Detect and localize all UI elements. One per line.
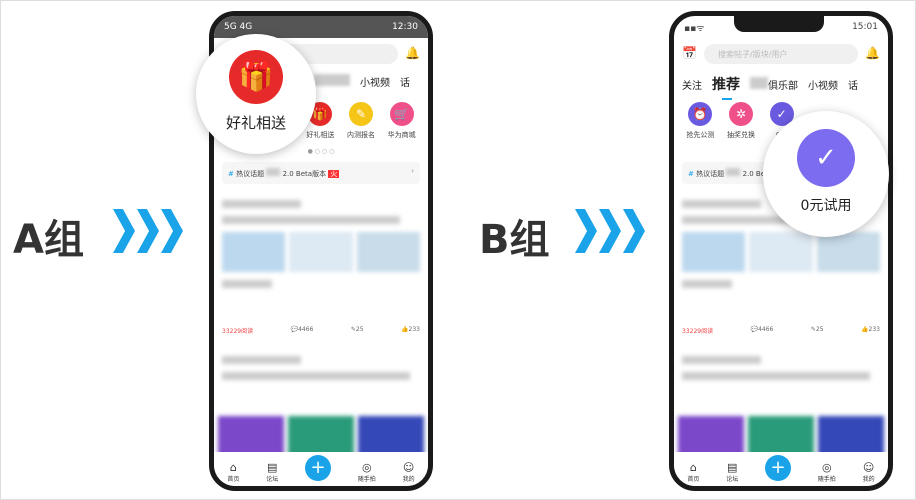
camera-icon: ◎ bbox=[821, 461, 832, 474]
bell-icon[interactable]: 🔔 bbox=[405, 46, 420, 60]
chevron-right-icon: › bbox=[411, 167, 414, 175]
add-button[interactable]: + bbox=[304, 455, 331, 481]
tab-recommend[interactable]: 推荐 bbox=[712, 74, 740, 100]
tab-video[interactable]: 小视频 bbox=[808, 77, 838, 92]
calendar-icon[interactable]: 📅 bbox=[682, 46, 697, 60]
icon-lottery[interactable]: ✲ 抽奖兑换 bbox=[721, 102, 761, 140]
nav-me[interactable]: ☺ 我的 bbox=[863, 461, 875, 483]
forum-icon: ▤ bbox=[266, 461, 278, 474]
topic-text: 2.0 Beta版本 bbox=[282, 170, 327, 178]
reads: 33229阅读 bbox=[682, 328, 714, 335]
icon-mall[interactable]: 🛒 华为商城 bbox=[382, 102, 422, 140]
hash-icon: # bbox=[688, 170, 694, 178]
callout-label: 好礼相送 bbox=[225, 114, 286, 132]
wheel-icon: ✲ bbox=[728, 102, 753, 126]
forum-icon: ▤ bbox=[726, 461, 738, 474]
group-b-label: B组 bbox=[479, 217, 550, 263]
icon-beta-test[interactable]: ⏰ 抢先公测 bbox=[680, 102, 720, 140]
bell-icon[interactable]: 🔔 bbox=[865, 46, 880, 60]
nav-me[interactable]: ☺ 我的 bbox=[403, 461, 415, 483]
phone-b: ▪▪ᯤ 15:01 📅 搜索帖子/版块/用户 🔔 关注 推荐 俱乐部 小视频 话 … bbox=[669, 11, 893, 491]
tab-topic[interactable]: 话 bbox=[400, 74, 410, 89]
user-icon: ☺ bbox=[402, 461, 415, 474]
tab-video[interactable]: 小视频 bbox=[360, 74, 390, 89]
home-icon: ⌂ bbox=[689, 461, 697, 474]
share-count[interactable]: ✎25 bbox=[811, 326, 824, 335]
comment-count[interactable]: 💬4466 bbox=[751, 326, 774, 335]
camera-notch bbox=[734, 16, 824, 32]
bottom-nav: ⌂ 首页 ▤ 论坛 + ◎ 随手拍 ☺ 我的 bbox=[674, 452, 888, 486]
nav-snap[interactable]: ◎ 随手拍 bbox=[358, 461, 376, 483]
group-a-label: A组 bbox=[13, 217, 84, 263]
icon-beta[interactable]: ✎ 内测报名 bbox=[341, 102, 381, 140]
user-icon: ☺ bbox=[862, 461, 875, 474]
cart-icon: 🛒 bbox=[389, 102, 414, 126]
tab-topic[interactable]: 话 bbox=[848, 77, 858, 92]
like-count[interactable]: 👍233 bbox=[861, 326, 880, 335]
callout-label: 0元试用 bbox=[800, 198, 852, 214]
post-blurred[interactable] bbox=[682, 356, 880, 388]
edit-icon: ✎ bbox=[348, 102, 373, 126]
nav-home[interactable]: ⌂ 首页 bbox=[687, 461, 699, 483]
nav-forum[interactable]: ▤ 论坛 bbox=[266, 461, 278, 483]
chevrons-icon bbox=[113, 209, 185, 253]
callout-free-trial: ✓ 0元试用 bbox=[763, 111, 889, 237]
bottom-nav: ⌂ 首页 ▤ 论坛 + ◎ 随手拍 ☺ 我的 bbox=[214, 452, 428, 486]
alarm-icon: ⏰ bbox=[688, 102, 713, 126]
clipboard-check-icon: ✓ bbox=[797, 129, 855, 187]
post-stats: 33229阅读 💬4466 ✎25 👍233 bbox=[682, 326, 880, 335]
home-icon: ⌂ bbox=[229, 461, 237, 474]
reads: 33229阅读 bbox=[222, 328, 254, 335]
hash-icon: # bbox=[228, 170, 234, 178]
label: 抽奖兑换 bbox=[726, 131, 755, 139]
tab-club[interactable]: 俱乐部 bbox=[750, 77, 798, 92]
post-blurred[interactable] bbox=[222, 356, 420, 388]
nav-home[interactable]: ⌂ 首页 bbox=[227, 461, 239, 483]
search-input[interactable]: 搜索帖子/版块/用户 bbox=[704, 44, 858, 64]
topic-label: 热议话题 bbox=[696, 170, 725, 178]
network: 5G 4G bbox=[224, 22, 253, 32]
post-stats: 33229阅读 💬4466 ✎25 👍233 bbox=[222, 326, 420, 335]
hot-badge: 火 bbox=[328, 170, 340, 178]
camera-icon: ◎ bbox=[361, 461, 372, 474]
comment-count[interactable]: 💬4466 bbox=[291, 326, 314, 335]
share-count[interactable]: ✎25 bbox=[351, 326, 364, 335]
post-blurred[interactable] bbox=[222, 200, 420, 296]
nav-snap[interactable]: ◎ 随手拍 bbox=[818, 461, 836, 483]
label: 华为商城 bbox=[387, 131, 416, 139]
chevrons-icon bbox=[575, 209, 647, 253]
like-count[interactable]: 👍233 bbox=[401, 326, 420, 335]
callout-gift: 🎁 好礼相送 bbox=[196, 34, 316, 154]
label: 内测报名 bbox=[346, 131, 375, 139]
topic-label: 热议话题 bbox=[236, 170, 265, 178]
tab-follow[interactable]: 关注 bbox=[682, 77, 702, 92]
label: 抢先公测 bbox=[686, 131, 715, 139]
add-button[interactable]: + bbox=[764, 455, 791, 481]
clock: 15:01 bbox=[852, 22, 878, 32]
clock: 12:30 bbox=[392, 22, 418, 32]
nav-forum[interactable]: ▤ 论坛 bbox=[726, 461, 738, 483]
gift-icon: 🎁 bbox=[229, 50, 283, 104]
hot-topic-bar[interactable]: # 热议话题 2.0 Beta版本 火 › bbox=[222, 162, 420, 184]
